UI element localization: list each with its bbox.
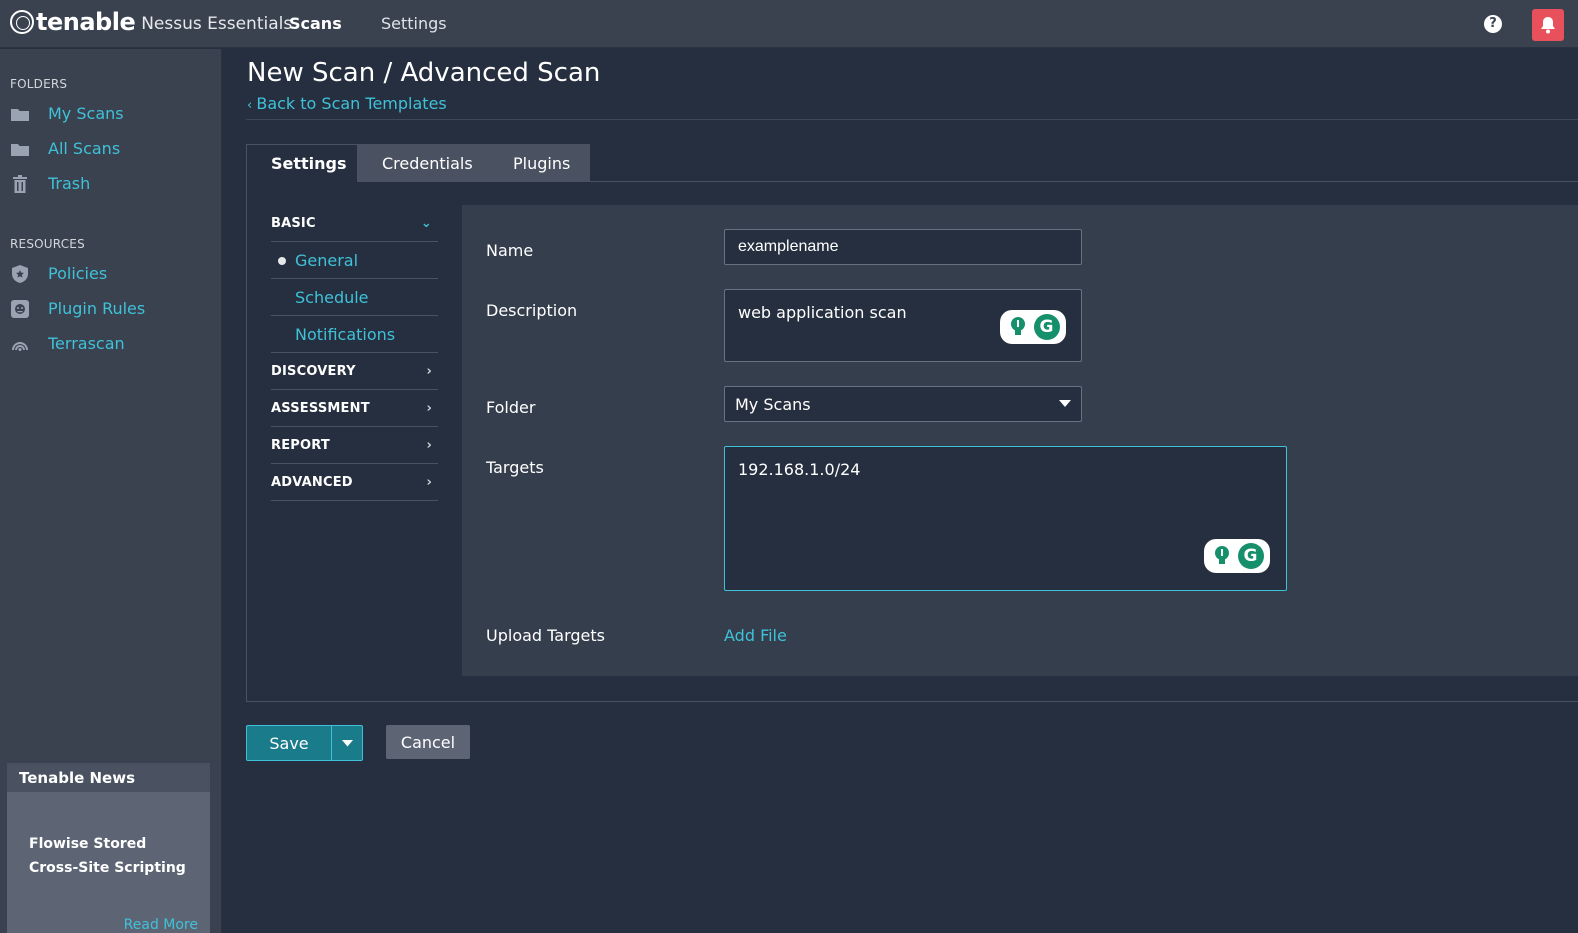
sidebar: FOLDERS My Scans All Scans Trash RESOURC…	[0, 49, 222, 933]
general-settings-form: Name Description web application scan G …	[462, 205, 1578, 676]
tab-bar: Settings Credentials Plugins	[246, 144, 590, 182]
description-label: Description	[486, 301, 578, 320]
tenable-logo[interactable]: tenable Nessus Essentials	[10, 8, 292, 36]
nav-section-basic[interactable]: BASIC ⌄	[271, 205, 438, 242]
divider	[246, 119, 1578, 120]
sidebar-item-label: My Scans	[48, 104, 124, 123]
description-value: web application scan	[738, 303, 907, 322]
news-headline[interactable]: Flowise Stored Cross-Site Scripting	[7, 792, 210, 880]
page-title: New Scan / Advanced Scan	[247, 58, 601, 88]
add-file-link[interactable]: Add File	[724, 626, 787, 645]
nav-item-general[interactable]: General	[271, 242, 438, 279]
active-dot-icon	[278, 257, 286, 265]
sidebar-item-terrascan[interactable]: Terrascan	[10, 334, 125, 353]
caret-down-icon	[1059, 400, 1071, 407]
nav-item-label: Notifications	[295, 324, 396, 344]
nav-section-report[interactable]: REPORT ›	[271, 427, 438, 464]
section-label: ADVANCED	[271, 474, 353, 490]
name-input[interactable]	[724, 229, 1082, 265]
folder-value: My Scans	[735, 394, 811, 414]
sidebar-item-label: Policies	[48, 264, 108, 283]
nav-item-notifications[interactable]: Notifications	[271, 316, 438, 353]
bell-icon	[1541, 17, 1555, 34]
cancel-button[interactable]: Cancel	[386, 725, 470, 759]
nav-item-label: Schedule	[295, 287, 369, 307]
product-name: Nessus Essentials	[141, 14, 293, 34]
save-options-dropdown[interactable]	[332, 726, 362, 760]
nav-section-assessment[interactable]: ASSESSMENT ›	[271, 390, 438, 427]
lightbulb-icon	[1007, 316, 1029, 338]
caret-down-icon	[341, 739, 353, 746]
nav-settings[interactable]: Settings	[381, 14, 447, 33]
grammarly-widget[interactable]: G	[1000, 310, 1066, 344]
settings-nav: BASIC ⌄ General Schedule Notifications D…	[271, 205, 438, 501]
folder-icon	[10, 140, 30, 158]
section-label: ASSESSMENT	[271, 400, 370, 416]
nav-section-discovery[interactable]: DISCOVERY ›	[271, 353, 438, 390]
nav-scans[interactable]: Scans	[289, 14, 342, 33]
name-label: Name	[486, 241, 534, 260]
resources-title: RESOURCES	[10, 237, 85, 251]
sidebar-item-label: Plugin Rules	[48, 299, 146, 318]
sidebar-item-label: Trash	[48, 174, 91, 193]
chevron-right-icon: ›	[426, 363, 432, 379]
plugin-icon	[10, 299, 30, 318]
sidebar-item-label: All Scans	[48, 139, 121, 158]
folder-select[interactable]: My Scans	[724, 386, 1082, 422]
tenable-logo-icon	[10, 10, 34, 34]
question-circle-icon[interactable]: ?	[1484, 15, 1502, 33]
lightbulb-icon	[1211, 545, 1233, 567]
upload-targets-label: Upload Targets	[486, 626, 605, 645]
top-bar: tenable Nessus Essentials Scans Settings…	[0, 0, 1578, 48]
sidebar-item-my-scans[interactable]: My Scans	[10, 104, 124, 123]
back-link-label: Back to Scan Templates	[256, 94, 447, 113]
folders-title: FOLDERS	[10, 77, 68, 91]
grammarly-icon: G	[1033, 314, 1060, 340]
section-label: DISCOVERY	[271, 363, 356, 379]
nav-item-schedule[interactable]: Schedule	[271, 279, 438, 316]
chevron-left-icon: ‹	[247, 98, 257, 113]
sidebar-item-label: Terrascan	[48, 334, 125, 353]
save-button-group: Save	[246, 725, 363, 761]
back-to-templates-link[interactable]: ‹ Back to Scan Templates	[247, 94, 447, 113]
chevron-right-icon: ›	[426, 400, 432, 416]
sidebar-item-plugin-rules[interactable]: Plugin Rules	[10, 299, 145, 318]
description-textarea[interactable]: web application scan G	[724, 289, 1082, 362]
tenable-news-panel: Tenable News Flowise Stored Cross-Site S…	[7, 763, 210, 933]
targets-textarea[interactable]: 192.168.1.0/24 G	[724, 446, 1287, 591]
read-more-link[interactable]: Read More	[124, 917, 198, 933]
sidebar-item-trash[interactable]: Trash	[10, 174, 90, 193]
tab-plugins[interactable]: Plugins	[489, 144, 590, 182]
notifications-button[interactable]	[1532, 9, 1564, 41]
tab-credentials[interactable]: Credentials	[358, 144, 489, 182]
targets-label: Targets	[486, 458, 544, 477]
section-label: REPORT	[271, 437, 330, 453]
brand-name: tenable	[36, 8, 136, 36]
nav-section-advanced[interactable]: ADVANCED ›	[271, 464, 438, 501]
targets-value: 192.168.1.0/24	[738, 460, 861, 479]
folder-label: Folder	[486, 398, 536, 417]
grammarly-widget[interactable]: G	[1204, 539, 1270, 573]
news-title: Tenable News	[7, 763, 210, 792]
trash-icon	[10, 174, 30, 193]
sidebar-item-all-scans[interactable]: All Scans	[10, 139, 120, 158]
chevron-right-icon: ›	[426, 474, 432, 490]
section-label: BASIC	[271, 215, 316, 231]
sidebar-item-policies[interactable]: Policies	[10, 264, 107, 283]
folder-icon	[10, 105, 30, 123]
chevron-down-icon: ⌄	[420, 215, 432, 231]
chevron-right-icon: ›	[426, 437, 432, 453]
tab-settings[interactable]: Settings	[246, 144, 358, 182]
save-button[interactable]: Save	[247, 726, 332, 760]
grammarly-icon: G	[1237, 543, 1264, 569]
shield-icon	[10, 264, 30, 283]
terrascan-icon	[10, 335, 30, 353]
nav-item-label: General	[295, 250, 359, 270]
